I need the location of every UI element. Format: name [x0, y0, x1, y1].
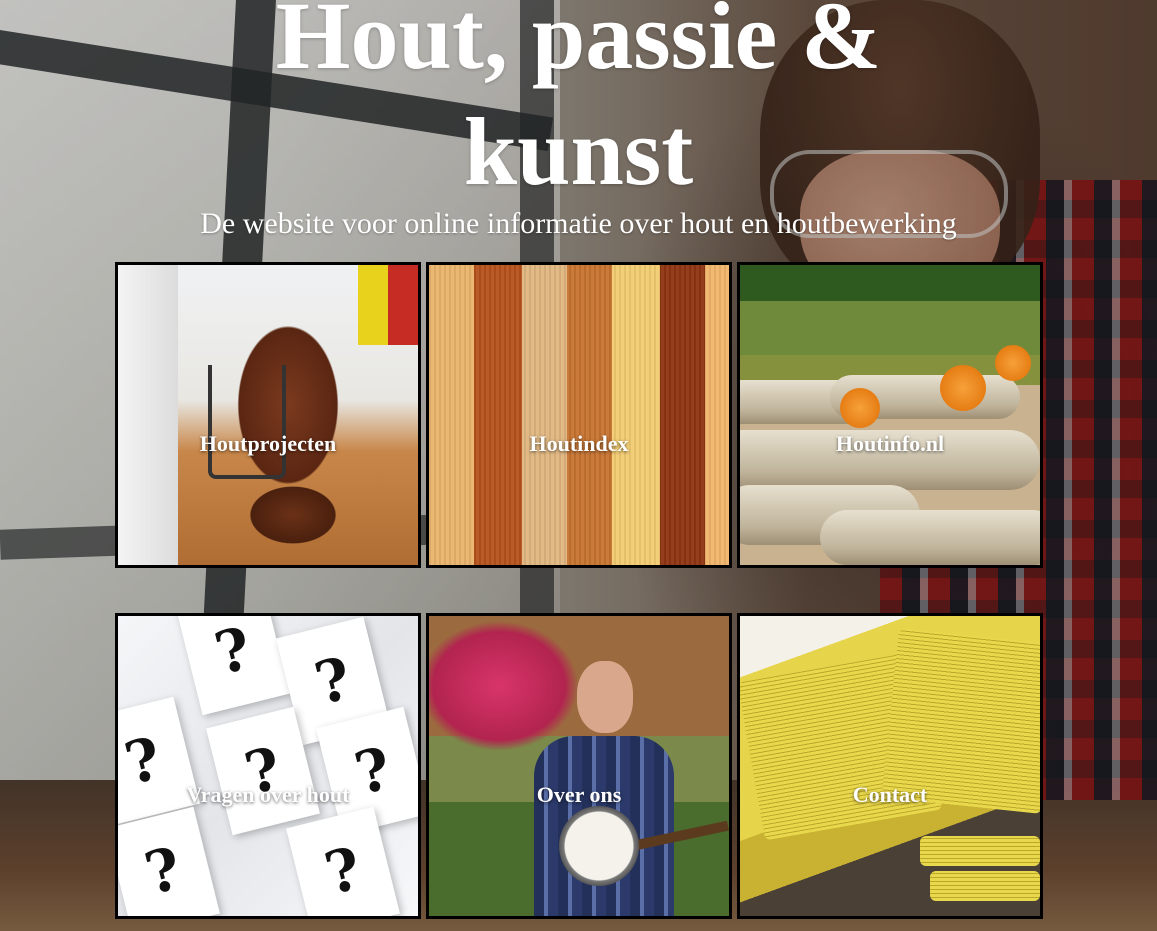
tile-label: Vragen over hout — [186, 782, 350, 807]
page-subtitle: De website voor online informatie over h… — [200, 207, 957, 240]
tile-label: Over ons — [536, 782, 622, 807]
phone-book-image — [740, 616, 1040, 916]
tile-contact[interactable]: Contact — [737, 613, 1043, 919]
page-title: Hout, passie & kunst — [275, 0, 882, 205]
question-marks-image: ? ? ? ? ? ? ? — [118, 616, 418, 916]
tile-houtprojecten[interactable]: Houtprojecten — [115, 262, 421, 568]
tile-label: Houtindex — [529, 431, 629, 456]
tile-label: Houtinfo.nl — [835, 431, 945, 456]
tile-vragen-over-hout[interactable]: ? ? ? ? ? ? ? Vragen over hout — [115, 613, 421, 919]
tile-over-ons[interactable]: Over ons — [426, 613, 732, 919]
person-banjo-image — [429, 616, 729, 916]
wood-carving-image — [118, 265, 418, 565]
tile-label: Houtprojecten — [199, 431, 337, 456]
tile-label: Contact — [852, 782, 928, 807]
wood-strips-image — [429, 265, 729, 565]
logs-image — [740, 265, 1040, 565]
tile-houtinfo[interactable]: Houtinfo.nl — [737, 262, 1043, 568]
tile-houtindex[interactable]: Houtindex — [426, 262, 732, 568]
